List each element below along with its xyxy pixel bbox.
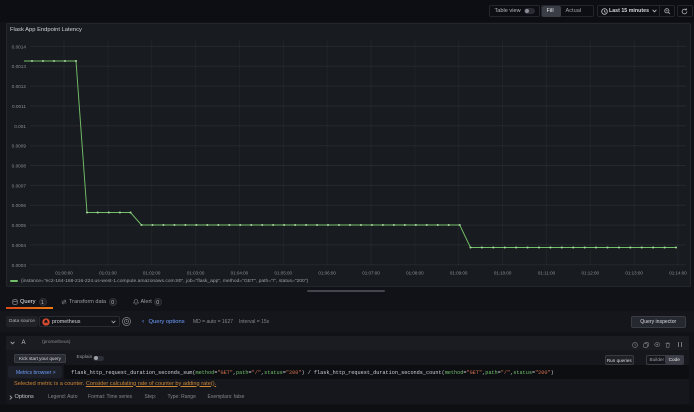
svg-text:01:14:00: 01:14:00 [669, 271, 687, 276]
svg-text:01:09:00: 01:09:00 [450, 271, 468, 276]
svg-text:0.001: 0.001 [14, 124, 26, 129]
svg-text:0.0008: 0.0008 [12, 164, 27, 169]
svg-text:0.0013: 0.0013 [12, 64, 27, 69]
svg-text:0.0009: 0.0009 [12, 144, 27, 149]
svg-text:0.0004: 0.0004 [12, 243, 27, 248]
svg-text:0.0012: 0.0012 [12, 84, 27, 89]
svg-text:0.0011: 0.0011 [12, 104, 26, 109]
svg-text:01:07:00: 01:07:00 [362, 271, 380, 276]
svg-text:01:02:00: 01:02:00 [143, 271, 161, 276]
svg-text:01:04:00: 01:04:00 [231, 271, 249, 276]
svg-text:01:03:00: 01:03:00 [187, 271, 205, 276]
svg-text:01:11:00: 01:11:00 [538, 271, 556, 276]
svg-text:01:13:00: 01:13:00 [625, 271, 643, 276]
svg-text:0.0006: 0.0006 [12, 203, 27, 208]
svg-text:01:00:00: 01:00:00 [55, 271, 73, 276]
svg-text:0.0007: 0.0007 [12, 183, 27, 188]
svg-text:01:08:00: 01:08:00 [406, 271, 424, 276]
svg-text:01:05:00: 01:05:00 [275, 271, 293, 276]
svg-text:0.0003: 0.0003 [12, 263, 27, 268]
svg-text:01:01:00: 01:01:00 [99, 271, 117, 276]
svg-text:01:06:00: 01:06:00 [318, 271, 336, 276]
svg-text:0.0014: 0.0014 [12, 44, 27, 49]
svg-text:01:10:00: 01:10:00 [494, 271, 512, 276]
svg-text:0.0005: 0.0005 [12, 223, 27, 228]
svg-text:01:12:00: 01:12:00 [582, 271, 600, 276]
